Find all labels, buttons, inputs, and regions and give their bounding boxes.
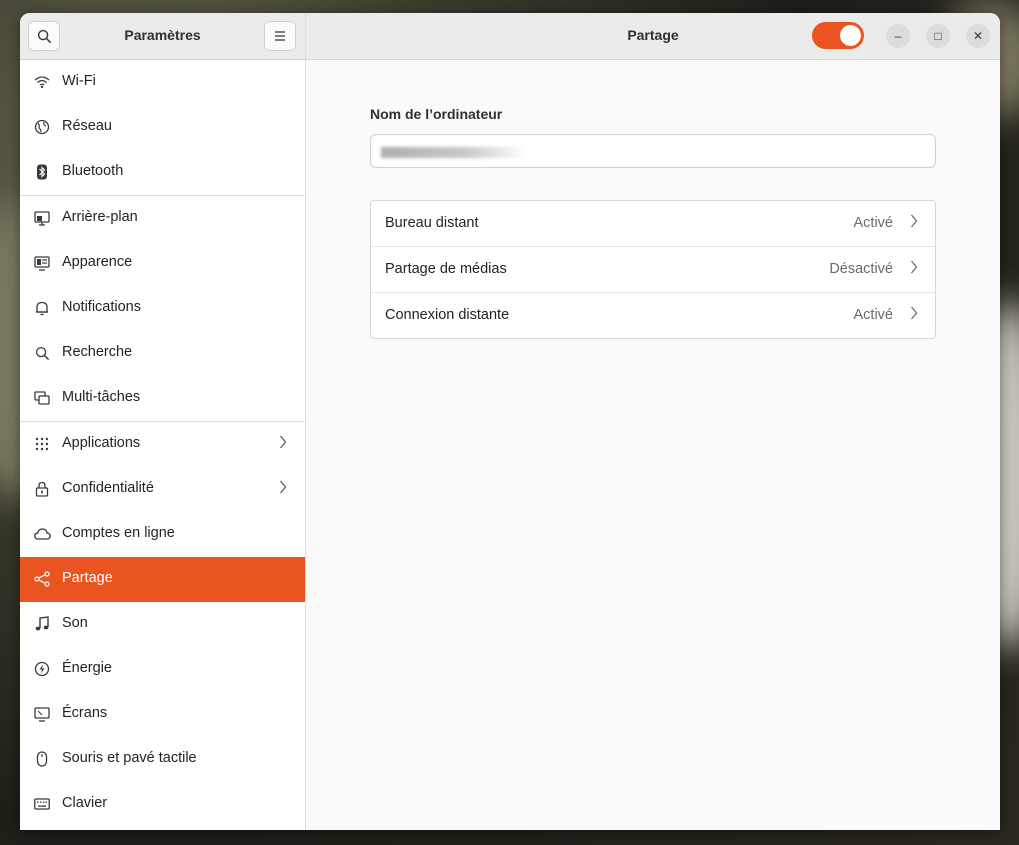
globe-icon bbox=[33, 118, 51, 136]
sidebar-item-notifications[interactable]: Notifications bbox=[20, 286, 305, 331]
wifi-icon bbox=[33, 73, 51, 91]
sidebar-item-label: Énergie bbox=[62, 660, 112, 676]
multitask-icon bbox=[33, 389, 51, 407]
sidebar-item-label: Multi-tâches bbox=[62, 389, 141, 405]
sidebar-item-label: Notifications bbox=[62, 299, 141, 315]
cloud-icon bbox=[33, 525, 51, 543]
lock-icon bbox=[33, 480, 51, 498]
maximize-button[interactable]: □ bbox=[926, 24, 950, 48]
sidebar-item-label: Souris et pavé tactile bbox=[62, 750, 197, 766]
list-item-label: Partage de médias bbox=[385, 261, 507, 277]
sidebar-item-label: Écrans bbox=[62, 705, 108, 721]
sidebar-item-label: Son bbox=[62, 615, 88, 631]
sharing-services-list: Bureau distant Activé Partage de médias … bbox=[370, 200, 936, 339]
mouse-icon bbox=[33, 750, 51, 768]
list-item-label: Bureau distant bbox=[385, 215, 479, 231]
grid-icon bbox=[33, 435, 51, 453]
status-text: Activé bbox=[853, 307, 894, 323]
sidebar-item-label: Bluetooth bbox=[62, 163, 124, 179]
menu-button[interactable] bbox=[264, 21, 296, 51]
sidebar-item-appearance[interactable]: Apparence bbox=[20, 241, 305, 286]
minimize-icon: – bbox=[894, 29, 902, 43]
bluetooth-icon bbox=[33, 163, 51, 181]
sidebar-item-privacy[interactable]: Confidentialité bbox=[20, 467, 305, 512]
computer-name-label: Nom de l’ordinateur bbox=[370, 106, 503, 122]
share-icon bbox=[33, 570, 51, 588]
monitor-icon bbox=[33, 209, 51, 227]
sidebar-item-label: Réseau bbox=[62, 118, 112, 134]
music-note-icon bbox=[33, 615, 51, 633]
sidebar-item-multitasking[interactable]: Multi-tâches bbox=[20, 376, 305, 421]
sidebar-item-label: Arrière-plan bbox=[62, 209, 138, 225]
sidebar-item-applications[interactable]: Applications bbox=[20, 422, 305, 467]
sidebar-item-wifi[interactable]: Wi-Fi bbox=[20, 60, 305, 105]
status-text: Activé bbox=[853, 215, 894, 231]
close-button[interactable]: ✕ bbox=[966, 24, 990, 48]
chevron-right-icon bbox=[279, 480, 287, 498]
sharing-toggle[interactable] bbox=[812, 22, 864, 49]
sidebar-title: Paramètres bbox=[124, 27, 201, 43]
sidebar-item-keyboard[interactable]: Clavier bbox=[20, 782, 305, 827]
appearance-icon bbox=[33, 254, 51, 272]
search-icon bbox=[33, 344, 51, 362]
sidebar-item-network[interactable]: Réseau bbox=[20, 105, 305, 150]
sidebar-item-sharing[interactable]: Partage bbox=[20, 557, 305, 602]
sidebar-item-background[interactable]: Arrière-plan bbox=[20, 196, 305, 241]
sidebar-item-label: Applications bbox=[62, 435, 141, 451]
list-item-label: Connexion distante bbox=[385, 307, 510, 323]
sidebar-header: Paramètres bbox=[20, 13, 305, 60]
sidebar-item-sound[interactable]: Son bbox=[20, 602, 305, 647]
sidebar-item-label: Recherche bbox=[62, 344, 133, 360]
sidebar-item-label: Comptes en ligne bbox=[62, 525, 175, 541]
close-icon: ✕ bbox=[972, 29, 984, 43]
redacted-computer-name bbox=[381, 147, 526, 158]
sidebar-item-bluetooth[interactable]: Bluetooth bbox=[20, 150, 305, 195]
list-item-remote-desktop[interactable]: Bureau distant Activé bbox=[371, 201, 935, 246]
sidebar-item-label: Partage bbox=[62, 570, 113, 586]
sidebar-item-mouse-touchpad[interactable]: Souris et pavé tactile bbox=[20, 737, 305, 782]
hamburger-menu-icon bbox=[275, 31, 285, 41]
minimize-button[interactable]: – bbox=[886, 24, 910, 48]
chevron-right-icon bbox=[279, 435, 287, 453]
status-text: Désactivé bbox=[829, 261, 893, 277]
sidebar-item-displays[interactable]: Écrans bbox=[20, 692, 305, 737]
sidebar-item-label: Confidentialité bbox=[62, 480, 154, 496]
list-item-media-sharing[interactable]: Partage de médias Désactivé bbox=[371, 246, 935, 292]
sidebar: Paramètres Wi-Fi Réseau Bluetooth Arrièr… bbox=[20, 13, 306, 830]
power-icon bbox=[33, 660, 51, 678]
display-icon bbox=[33, 705, 51, 723]
header-bar: Partage – □ ✕ bbox=[306, 13, 1000, 60]
chevron-right-icon bbox=[910, 306, 918, 324]
sidebar-item-power[interactable]: Énergie bbox=[20, 647, 305, 692]
list-item-remote-login[interactable]: Connexion distante Activé bbox=[371, 292, 935, 338]
sidebar-item-label: Wi-Fi bbox=[62, 73, 96, 89]
toggle-knob bbox=[840, 25, 861, 46]
sidebar-item-search[interactable]: Recherche bbox=[20, 331, 305, 376]
main-content: Nom de l’ordinateur Bureau distant Activ… bbox=[306, 60, 1000, 830]
sidebar-item-online-accounts[interactable]: Comptes en ligne bbox=[20, 512, 305, 557]
settings-window: Paramètres Wi-Fi Réseau Bluetooth Arrièr… bbox=[20, 13, 1000, 830]
bell-icon bbox=[33, 299, 51, 317]
sidebar-item-label: Apparence bbox=[62, 254, 133, 270]
maximize-icon: □ bbox=[934, 29, 942, 43]
sidebar-list: Wi-Fi Réseau Bluetooth Arrière-plan Appa… bbox=[20, 60, 305, 827]
computer-name-field[interactable] bbox=[370, 134, 936, 168]
sidebar-item-label: Clavier bbox=[62, 795, 108, 811]
chevron-right-icon bbox=[910, 260, 918, 278]
chevron-right-icon bbox=[910, 214, 918, 232]
keyboard-icon bbox=[33, 795, 51, 813]
